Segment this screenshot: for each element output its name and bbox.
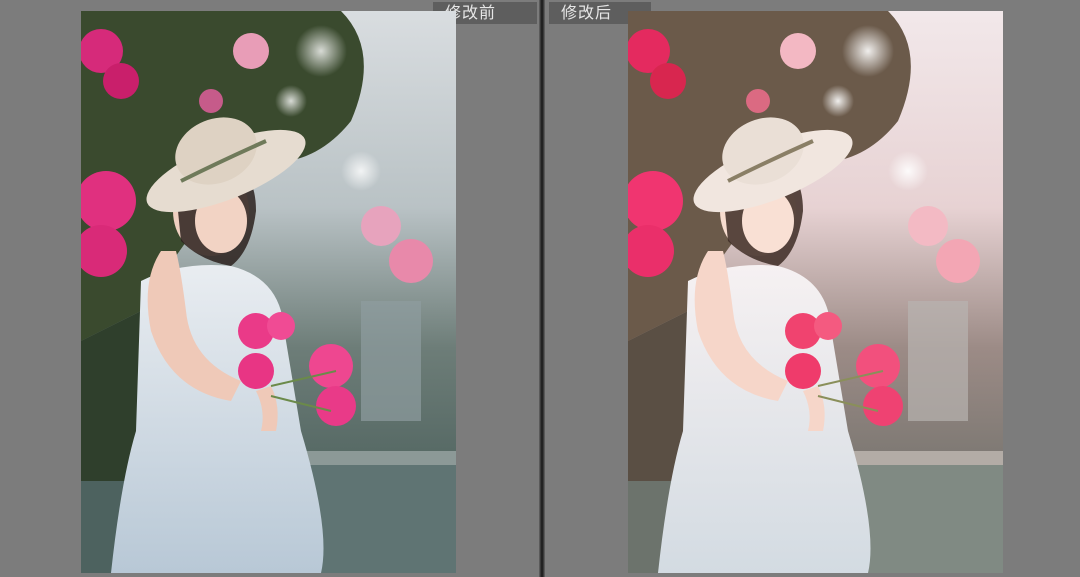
after-pane: 修改后 [545, 0, 1080, 577]
before-photo[interactable] [81, 11, 456, 573]
after-photo[interactable] [628, 11, 1003, 573]
before-pane: 修改前 [0, 0, 539, 577]
after-photo-graphic [628, 11, 1003, 573]
before-after-comparison-view: 修改前 修改后 [0, 0, 1080, 577]
before-photo-graphic [81, 11, 456, 573]
